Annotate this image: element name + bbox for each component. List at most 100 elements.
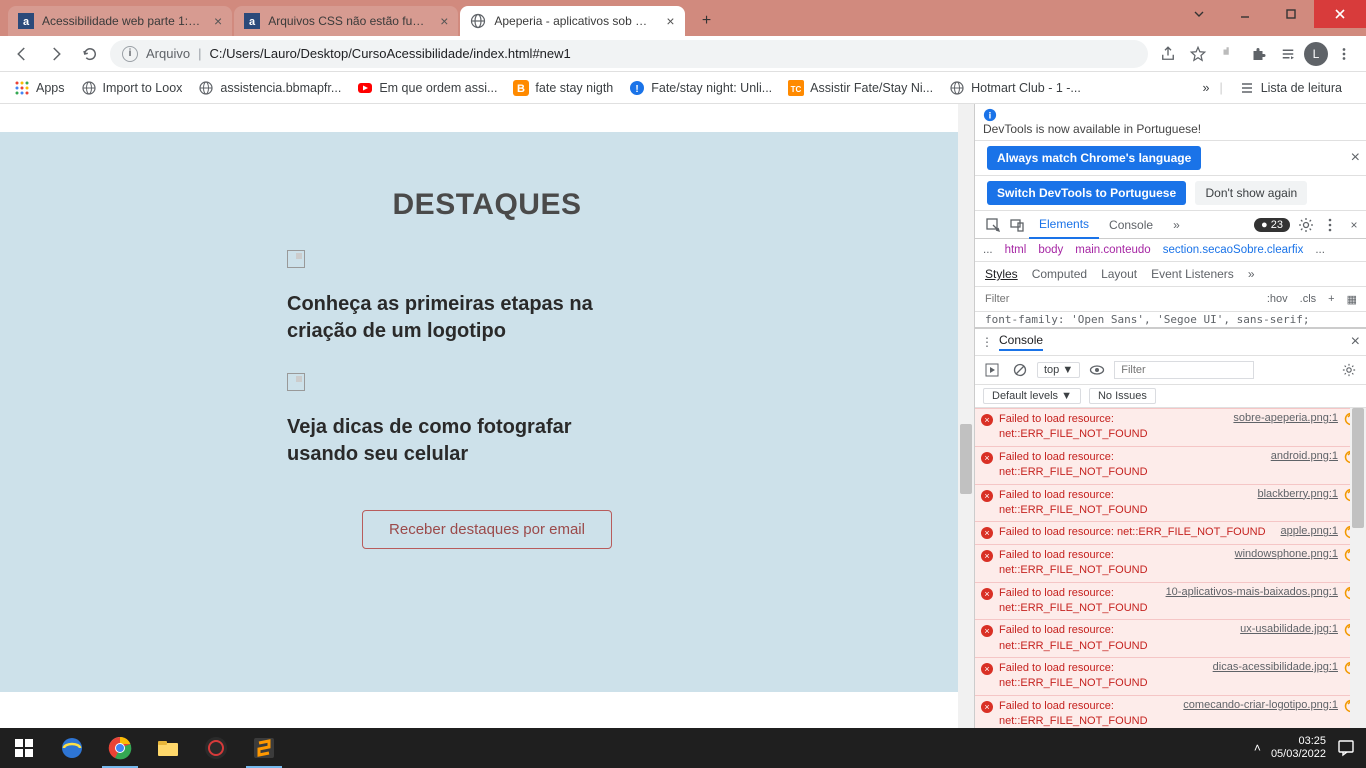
dont-show-button[interactable]: Don't show again [1195, 181, 1307, 205]
info-icon[interactable]: i [122, 46, 138, 62]
clock[interactable]: 03:25 05/03/2022 [1271, 735, 1326, 761]
error-source-link[interactable]: sobre-apeperia.png:1 [1233, 412, 1338, 424]
error-text: Failed to load resource: net::ERR_FILE_N… [999, 488, 1247, 519]
chevron-right-icon[interactable]: » [1202, 81, 1209, 95]
gear-icon[interactable] [1338, 359, 1360, 381]
console-scrollbar[interactable] [1350, 408, 1366, 728]
close-icon[interactable]: × [1342, 218, 1366, 232]
start-button[interactable] [0, 728, 48, 768]
inspect-icon[interactable] [981, 217, 1005, 233]
error-source-link[interactable]: dicas-acessibilidade.jpg:1 [1213, 661, 1338, 673]
error-source-link[interactable]: windowsphone.png:1 [1235, 548, 1338, 560]
reading-list-link[interactable]: Lista de leitura [1233, 76, 1348, 100]
new-tab-button[interactable]: + [693, 7, 721, 35]
console-header: ⋮ Console × [975, 329, 1366, 356]
device-icon[interactable] [1005, 217, 1029, 233]
subtab-layout[interactable]: Layout [1101, 267, 1137, 281]
chevron-right-icon[interactable]: » [1163, 211, 1190, 239]
extensions-icon[interactable] [1214, 40, 1242, 68]
subtab-listeners[interactable]: Event Listeners [1151, 267, 1234, 281]
card-heading: Conheça as primeiras etapas na criação d… [287, 291, 617, 345]
bookmark-apps[interactable]: Apps [8, 76, 71, 100]
error-source-link[interactable]: blackberry.png:1 [1257, 488, 1338, 500]
error-icon: × [981, 414, 993, 426]
caret-down-icon[interactable] [1176, 0, 1222, 28]
gear-icon[interactable] [1294, 217, 1318, 233]
avatar[interactable]: L [1304, 42, 1328, 66]
box-icon[interactable]: ▦ [1344, 293, 1360, 306]
breadcrumb-body[interactable]: body [1038, 244, 1063, 256]
ie-icon[interactable] [48, 728, 96, 768]
breadcrumb-main[interactable]: main.conteudo [1075, 244, 1150, 256]
close-icon[interactable]: × [1351, 149, 1360, 167]
bookmark-item[interactable]: Hotmart Club - 1 -... [943, 76, 1087, 100]
notification-icon[interactable] [1336, 738, 1356, 758]
play-icon[interactable] [981, 359, 1003, 381]
bookmark-item[interactable]: B fate stay nigth [507, 76, 619, 100]
subtab-computed[interactable]: Computed [1032, 267, 1087, 281]
chevron-right-icon[interactable]: » [1248, 267, 1255, 281]
cls-toggle[interactable]: .cls [1297, 293, 1320, 305]
breadcrumb-section[interactable]: section.secaoSobre.clearfix [1163, 244, 1304, 256]
reload-button[interactable] [76, 40, 104, 68]
url-field[interactable]: i Arquivo | C:/Users/Lauro/Desktop/Curso… [110, 40, 1148, 68]
error-source-link[interactable]: 10-aplicativos-mais-baixados.png:1 [1166, 586, 1338, 598]
clear-icon[interactable] [1009, 359, 1031, 381]
forward-button[interactable] [42, 40, 70, 68]
styles-filter-input[interactable] [981, 290, 1258, 308]
app-icon[interactable] [192, 728, 240, 768]
subtab-styles[interactable]: Styles [985, 267, 1018, 281]
star-icon[interactable] [1184, 40, 1212, 68]
bookmark-item[interactable]: assistencia.bbmapfr... [192, 76, 347, 100]
error-source-link[interactable]: apple.png:1 [1281, 525, 1339, 537]
switch-language-button[interactable]: Switch DevTools to Portuguese [987, 181, 1186, 205]
sublime-icon[interactable] [240, 728, 288, 768]
bookmark-item[interactable]: ! Fate/stay night: Unli... [623, 76, 778, 100]
explorer-icon[interactable] [144, 728, 192, 768]
tab-1[interactable]: a Acessibilidade web parte 1: torna × [8, 6, 232, 36]
error-source-link[interactable]: comecando-criar-logotipo.png:1 [1183, 699, 1338, 711]
close-window-button[interactable] [1314, 0, 1366, 28]
menu-icon[interactable] [1330, 40, 1358, 68]
bookmark-item[interactable]: TC Assistir Fate/Stay Ni... [782, 76, 939, 100]
puzzle-icon[interactable] [1244, 40, 1272, 68]
back-button[interactable] [8, 40, 36, 68]
more-icon[interactable]: ⋮ [981, 335, 993, 349]
tab-console[interactable]: Console [1099, 211, 1163, 239]
console-filter-input[interactable] [1114, 361, 1254, 379]
maximize-button[interactable] [1268, 0, 1314, 28]
scrollbar-thumb[interactable] [1352, 408, 1364, 528]
close-icon[interactable]: × [214, 13, 222, 29]
breadcrumb-ellipsis[interactable]: ... [1315, 244, 1325, 256]
console-title[interactable]: Console [999, 333, 1043, 351]
tab-elements[interactable]: Elements [1029, 211, 1099, 239]
hov-toggle[interactable]: :hov [1264, 293, 1291, 305]
context-select[interactable]: top ▼ [1037, 362, 1080, 378]
page-scrollbar[interactable] [958, 104, 974, 728]
reading-list-icon[interactable] [1274, 40, 1302, 68]
breadcrumb-ellipsis[interactable]: ... [983, 244, 993, 256]
close-icon[interactable]: × [1351, 333, 1360, 351]
tab-3-active[interactable]: Apeperia - aplicativos sob medid × [460, 6, 684, 36]
issues-button[interactable]: No Issues [1089, 388, 1156, 404]
plus-icon[interactable]: + [1325, 293, 1337, 305]
close-icon[interactable]: × [440, 13, 448, 29]
scrollbar-thumb[interactable] [960, 424, 972, 494]
bookmark-item[interactable]: Em que ordem assi... [351, 76, 503, 100]
breadcrumb-html[interactable]: html [1005, 244, 1027, 256]
more-icon[interactable] [1318, 217, 1342, 233]
close-icon[interactable]: × [666, 13, 674, 29]
minimize-button[interactable] [1222, 0, 1268, 28]
share-icon[interactable] [1154, 40, 1182, 68]
error-source-link[interactable]: ux-usabilidade.jpg:1 [1240, 623, 1338, 635]
chrome-icon[interactable] [96, 728, 144, 768]
error-source-link[interactable]: android.png:1 [1271, 450, 1338, 462]
subscribe-button[interactable]: Receber destaques por email [362, 510, 612, 549]
match-language-button[interactable]: Always match Chrome's language [987, 146, 1201, 170]
levels-select[interactable]: Default levels ▼ [983, 388, 1081, 404]
eye-icon[interactable] [1086, 359, 1108, 381]
bookmark-item[interactable]: Import to Loox [75, 76, 189, 100]
tray-chevron-icon[interactable]: ˄ [1254, 741, 1261, 755]
error-badge[interactable]: ● 23 [1254, 218, 1290, 232]
tab-2[interactable]: a Arquivos CSS não estão funciona × [234, 6, 458, 36]
